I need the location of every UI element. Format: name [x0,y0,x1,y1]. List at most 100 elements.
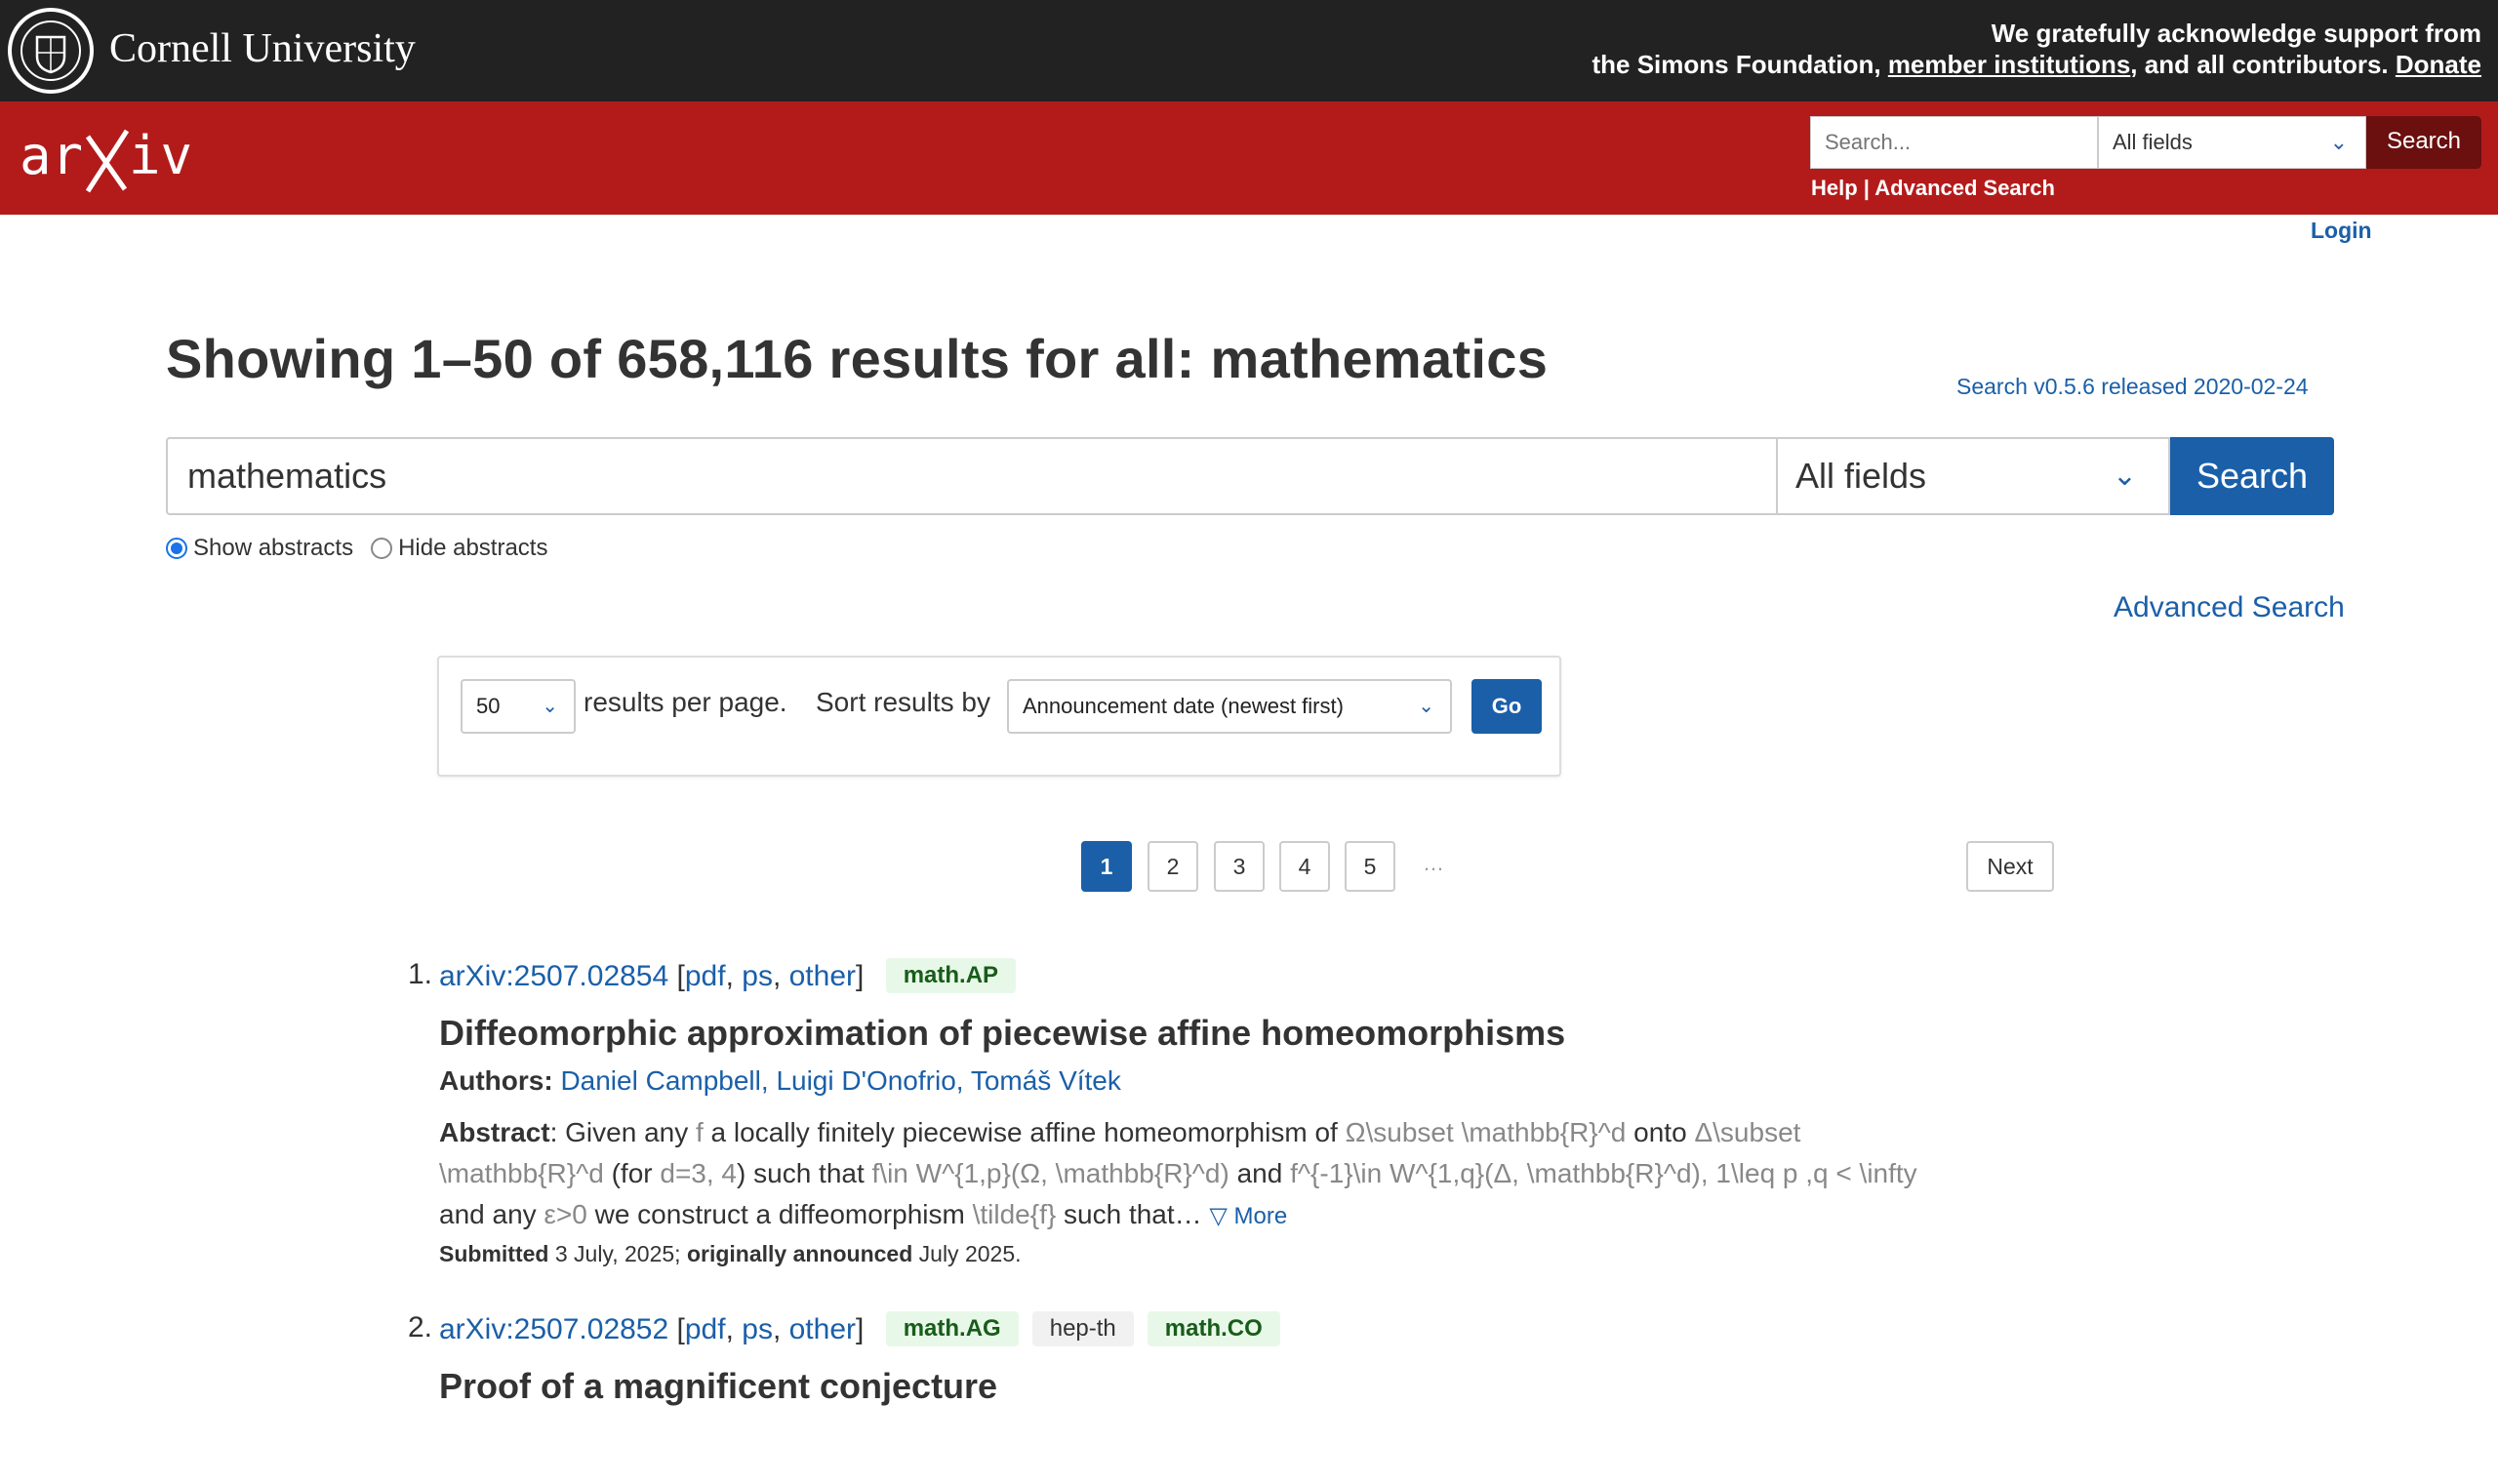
ps-link[interactable]: ps [742,960,773,992]
arxiv-logo[interactable]: ar iv [18,117,193,199]
abstract-text: such that… [1056,1199,1210,1229]
arxiv-id-link[interactable]: arXiv:2507.02854 [439,960,668,992]
results-options-box: 50 ⌄ results per page. Sort results by A… [437,656,1561,777]
header-search-input[interactable] [1810,116,2098,169]
chevron-down-icon: ⌄ [542,696,558,717]
category-tag: math.CO [1147,1311,1280,1346]
header-advanced-search-link[interactable]: Advanced Search [1874,176,2055,200]
formats-separator: , [772,1313,789,1345]
chevron-down-icon: ⌄ [2329,130,2348,154]
author-separator: , [955,1065,971,1096]
hide-abstracts-label[interactable]: Hide abstracts [398,535,547,562]
pagination-ellipsis: … [1423,851,1444,875]
category-tag: math.AP [885,958,1017,993]
svg-text:ar: ar [20,125,83,186]
sort-label: Sort results by [816,687,990,717]
other-link[interactable]: other [789,960,856,992]
result-title: Proof of a magnificent conjecture [439,1366,998,1406]
announced-label: originally announced [686,1241,913,1266]
page-link-2[interactable]: 2 [1148,841,1198,892]
abstract-text: we construct a diffeomorphism [586,1199,973,1229]
donate-link[interactable]: Donate [2396,50,2481,79]
abstract-toggle: Show abstracts Hide abstracts [166,535,565,562]
abstract-text: (for [603,1158,661,1188]
main-field-select[interactable]: All fields ⌄ [1778,437,2170,515]
cornell-bar: Cornell University We gratefully acknowl… [0,0,2498,101]
next-page-button[interactable]: Next [1966,841,2054,892]
per-page-select[interactable]: 50 ⌄ [461,679,576,734]
ps-link[interactable]: ps [742,1313,773,1345]
abstract-math: f\in W^{1,p}(Ω, \mathbb{R}^d) [871,1158,1229,1188]
login-link[interactable]: Login [2311,218,2372,244]
formats-bracket-open: [ [676,960,685,992]
abstract-math: \tilde{f} [972,1199,1057,1229]
main-search-input[interactable] [166,437,1778,515]
announced-date: July 2025. [912,1241,1022,1266]
show-abstracts-label[interactable]: Show abstracts [193,535,353,562]
category-tag: math.AG [885,1311,1019,1346]
arxiv-header: ar iv All fields ⌄ Search Help | Advance… [0,101,2498,215]
support-line-2-mid: , and all contributors. [2130,50,2396,79]
author-link[interactable]: Luigi D'Onofrio [776,1065,955,1096]
hide-abstracts-radio[interactable] [371,538,393,559]
author-link[interactable]: Daniel Campbell [560,1065,760,1096]
author-link[interactable]: Tomáš Vítek [971,1065,1121,1096]
header-search-button[interactable]: Search [2366,116,2481,169]
abstract-math: \mathbb{R}^d [439,1158,604,1188]
per-page-value: 50 [476,694,501,718]
abstract-text: onto [1626,1117,1695,1147]
abstract-math: ε>0 [544,1199,587,1229]
go-button[interactable]: Go [1471,679,1542,734]
page-link-1[interactable]: 1 [1081,841,1132,892]
abstract-text: a locally finitely piecewise affine home… [703,1117,1346,1147]
arxiv-id-link[interactable]: arXiv:2507.02852 [439,1313,668,1345]
formats-separator: , [772,960,789,992]
result-authors: Authors: Daniel Campbell, Luigi D'Onofri… [439,1065,1121,1097]
formats-separator: , [725,1313,743,1345]
header-field-value: All fields [2113,130,2193,154]
support-line-2-pre: the Simons Foundation, [1591,50,1888,79]
abstract-text: and any [439,1199,544,1229]
main-search-button[interactable]: Search [2170,437,2334,515]
cornell-seal-icon[interactable] [8,8,94,94]
member-institutions-link[interactable]: member institutions [1888,50,2130,79]
header-link-separator: | [1857,176,1875,200]
submitted-date: 3 July, 2025; [548,1241,687,1266]
advanced-search-link[interactable]: Advanced Search [2114,591,2345,624]
header-field-select[interactable]: All fields ⌄ [2098,116,2366,169]
other-link[interactable]: other [789,1313,856,1345]
pdf-link[interactable]: pdf [685,960,726,992]
abstract-text: ) such that [737,1158,872,1188]
chevron-down-icon: ⌄ [1418,696,1434,717]
support-line-2: the Simons Foundation, member institutio… [1506,49,2481,80]
page-link-3[interactable]: 3 [1214,841,1265,892]
result-number: 1. [408,958,433,990]
sort-select[interactable]: Announcement date (newest first) ⌄ [1007,679,1452,734]
abstract-label: Abstract [439,1117,550,1147]
page-title: Showing 1–50 of 658,116 results for all:… [166,328,1549,389]
authors-label: Authors: [439,1065,553,1096]
more-link[interactable]: ▽ More [1209,1203,1287,1229]
abstract-math: f [696,1117,704,1147]
sort-value: Announcement date (newest first) [1023,694,1344,718]
support-line-1: We gratefully acknowledge support from [1991,19,2481,48]
abstract-math: Ω\subset \mathbb{R}^d [1345,1117,1627,1147]
formats-bracket-open: [ [676,1313,685,1345]
cornell-name[interactable]: Cornell University [109,25,416,72]
result-abstract: Abstract: Given any f a locally finitely… [439,1112,2059,1237]
per-page-label: results per page. [584,687,787,717]
abstract-math: f^{-1}\in W^{1,q}(Δ, \mathbb{R}^d), 1\le… [1290,1158,1917,1188]
chevron-down-icon: ⌄ [2112,460,2137,492]
svg-text:iv: iv [129,125,192,186]
pdf-link[interactable]: pdf [685,1313,726,1345]
result-title: Diffeomorphic approximation of piecewise… [439,1013,1566,1053]
show-abstracts-radio[interactable] [166,538,187,559]
author-separator: , [760,1065,777,1096]
page-link-4[interactable]: 4 [1279,841,1330,892]
result-header: arXiv:2507.02852 [pdf, ps, other] math.A… [439,1311,1280,1346]
version-link[interactable]: Search v0.5.6 released 2020-02-24 [1956,374,2309,400]
help-link[interactable]: Help [1811,176,1858,200]
result-header: arXiv:2507.02854 [pdf, ps, other] math.A… [439,958,1017,993]
page-link-5[interactable]: 5 [1345,841,1395,892]
result-number: 2. [408,1311,433,1344]
